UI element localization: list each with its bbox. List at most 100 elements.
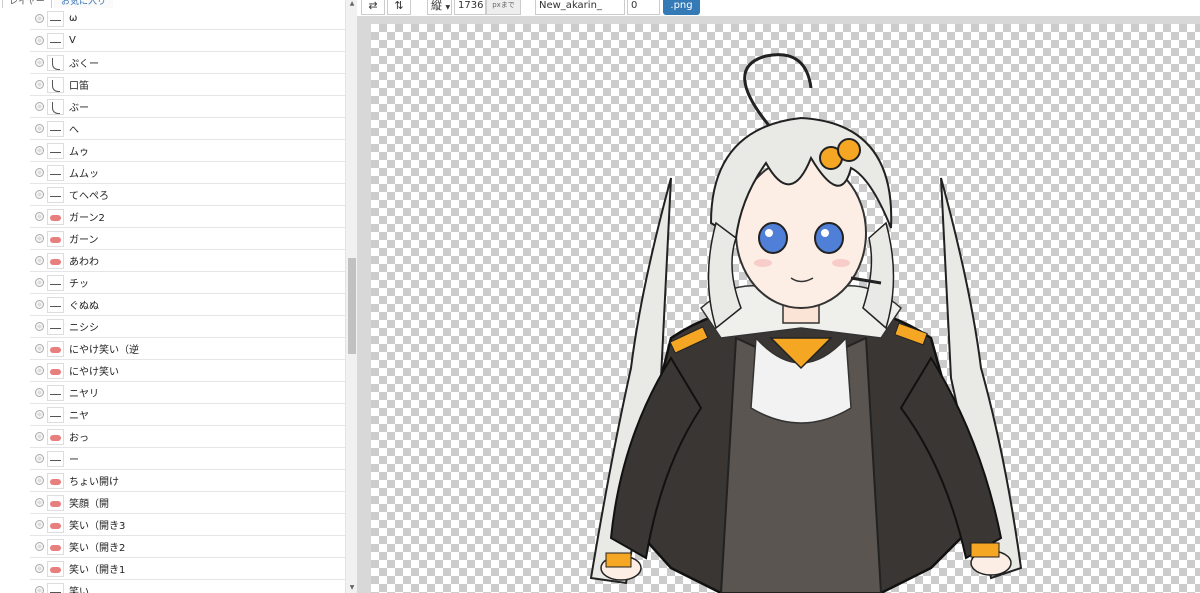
layer-radio-button[interactable]	[35, 564, 44, 573]
layer-radio-button[interactable]	[35, 432, 44, 441]
layer-label: ムゥ	[69, 147, 89, 158]
layer-radio-button[interactable]	[35, 234, 44, 243]
layer-radio-button[interactable]	[35, 300, 44, 309]
layer-label: ガーン2	[69, 213, 105, 224]
scroll-down-arrow-icon[interactable]: ▼	[348, 584, 356, 592]
layer-radio-button[interactable]	[35, 498, 44, 507]
transparent-canvas[interactable]	[371, 24, 1200, 593]
layer-label: 笑い（開き1	[69, 565, 126, 576]
layer-row[interactable]: ムムッ	[30, 162, 345, 184]
layer-radio-button[interactable]	[35, 58, 44, 67]
layer-thumbnail	[47, 186, 64, 203]
layer-thumbnail	[47, 252, 64, 269]
canvas-area	[357, 16, 1200, 593]
layer-row[interactable]: 笑い（開き1	[30, 558, 345, 580]
layer-thumbnail	[47, 516, 64, 533]
layer-label: 笑い	[69, 587, 89, 593]
layer-row[interactable]: チッ	[30, 272, 345, 294]
layer-list-scrollbar[interactable]: ▲ ▼	[345, 0, 357, 593]
layer-radio-button[interactable]	[35, 212, 44, 221]
layer-label: ぶー	[69, 103, 89, 114]
layer-row[interactable]: ちょい開け	[30, 470, 345, 492]
layer-label: にやけ笑い（逆	[69, 345, 139, 356]
layer-thumbnail	[47, 164, 64, 181]
flip-vertical-icon: ⇅	[394, 0, 404, 12]
layer-row[interactable]: 笑い（開き3	[30, 514, 345, 536]
layer-radio-button[interactable]	[35, 190, 44, 199]
layer-radio-button[interactable]	[35, 146, 44, 155]
layer-thumbnail	[47, 274, 64, 291]
layer-label: チッ	[69, 279, 89, 290]
layer-radio-button[interactable]	[35, 520, 44, 529]
layer-row[interactable]: 笑顔（開	[30, 492, 345, 514]
layer-row[interactable]: ぷくー	[30, 52, 345, 74]
layer-row[interactable]: V	[30, 30, 345, 52]
layer-row[interactable]: ニヤリ	[30, 382, 345, 404]
layer-row[interactable]: ー	[30, 448, 345, 470]
layer-row[interactable]: 口笛	[30, 74, 345, 96]
layer-row[interactable]: てへぺろ	[30, 184, 345, 206]
tab-favorites[interactable]: お気に入り	[54, 0, 114, 8]
layer-radio-button[interactable]	[35, 256, 44, 265]
orientation-select[interactable]: 縦 ▼	[427, 0, 452, 15]
layer-label: 笑い（開き3	[69, 521, 126, 532]
layer-radio-button[interactable]	[35, 586, 44, 593]
layer-row[interactable]: ぐぬぬ	[30, 294, 345, 316]
layer-radio-button[interactable]	[35, 168, 44, 177]
layer-radio-button[interactable]	[35, 80, 44, 89]
layer-label: 笑顔（開	[69, 499, 109, 510]
layer-row[interactable]: 笑い（開き2	[30, 536, 345, 558]
filename-input[interactable]: New_akarin_	[535, 0, 625, 15]
layer-thumbnail	[47, 494, 64, 511]
layer-radio-button[interactable]	[35, 388, 44, 397]
layer-row[interactable]: ムゥ	[30, 140, 345, 162]
layer-label: おっ	[69, 433, 89, 444]
flip-horizontal-button[interactable]: ⇄	[361, 0, 385, 15]
layer-radio-button[interactable]	[35, 278, 44, 287]
layer-radio-button[interactable]	[35, 102, 44, 111]
layer-row[interactable]: おっ	[30, 426, 345, 448]
scroll-thumb[interactable]	[348, 258, 356, 354]
layer-thumbnail	[47, 362, 64, 379]
layer-radio-button[interactable]	[35, 476, 44, 485]
scroll-up-arrow-icon[interactable]: ▲	[348, 0, 356, 8]
layer-row[interactable]: ガーン2	[30, 206, 345, 228]
layer-radio-button[interactable]	[35, 454, 44, 463]
layer-thumbnail	[47, 142, 64, 159]
layer-radio-button[interactable]	[35, 36, 44, 45]
layer-thumbnail	[47, 582, 64, 593]
layer-row[interactable]: ニシシ	[30, 316, 345, 338]
layer-thumbnail	[47, 384, 64, 401]
flip-vertical-button[interactable]: ⇅	[387, 0, 411, 15]
layer-row[interactable]: ω	[30, 8, 345, 30]
layer-radio-button[interactable]	[35, 322, 44, 331]
layer-radio-button[interactable]	[35, 542, 44, 551]
layer-radio-button[interactable]	[35, 344, 44, 353]
layer-label: 口笛	[69, 81, 89, 92]
export-png-button[interactable]: .png	[663, 0, 700, 15]
layer-label: ぐぬぬ	[69, 301, 99, 312]
layer-thumbnail	[47, 560, 64, 577]
layer-label: ω	[69, 13, 78, 24]
layer-row[interactable]: にやけ笑い	[30, 360, 345, 382]
size-input[interactable]: 1736	[454, 0, 486, 15]
layer-row[interactable]: にやけ笑い（逆	[30, 338, 345, 360]
layer-radio-button[interactable]	[35, 124, 44, 133]
layer-radio-button[interactable]	[35, 14, 44, 23]
layer-row[interactable]: ガーン	[30, 228, 345, 250]
layer-row[interactable]: あわわ	[30, 250, 345, 272]
tab-layers[interactable]: レイヤー	[2, 0, 52, 8]
layer-row[interactable]: へ	[30, 118, 345, 140]
layer-thumbnail	[47, 450, 64, 467]
layer-radio-button[interactable]	[35, 366, 44, 375]
layer-row[interactable]: ぶー	[30, 96, 345, 118]
size-unit-label: pxまで	[486, 0, 521, 15]
layer-label: ー	[69, 455, 79, 466]
number-input[interactable]: 0	[627, 0, 660, 15]
layer-row[interactable]: 笑い	[30, 580, 345, 593]
layer-radio-button[interactable]	[35, 410, 44, 419]
panel-tabs: レイヤー お気に入り	[0, 0, 357, 8]
layer-row[interactable]: ニヤ	[30, 404, 345, 426]
layer-label: ニヤ	[69, 411, 89, 422]
layer-thumbnail	[47, 54, 64, 71]
